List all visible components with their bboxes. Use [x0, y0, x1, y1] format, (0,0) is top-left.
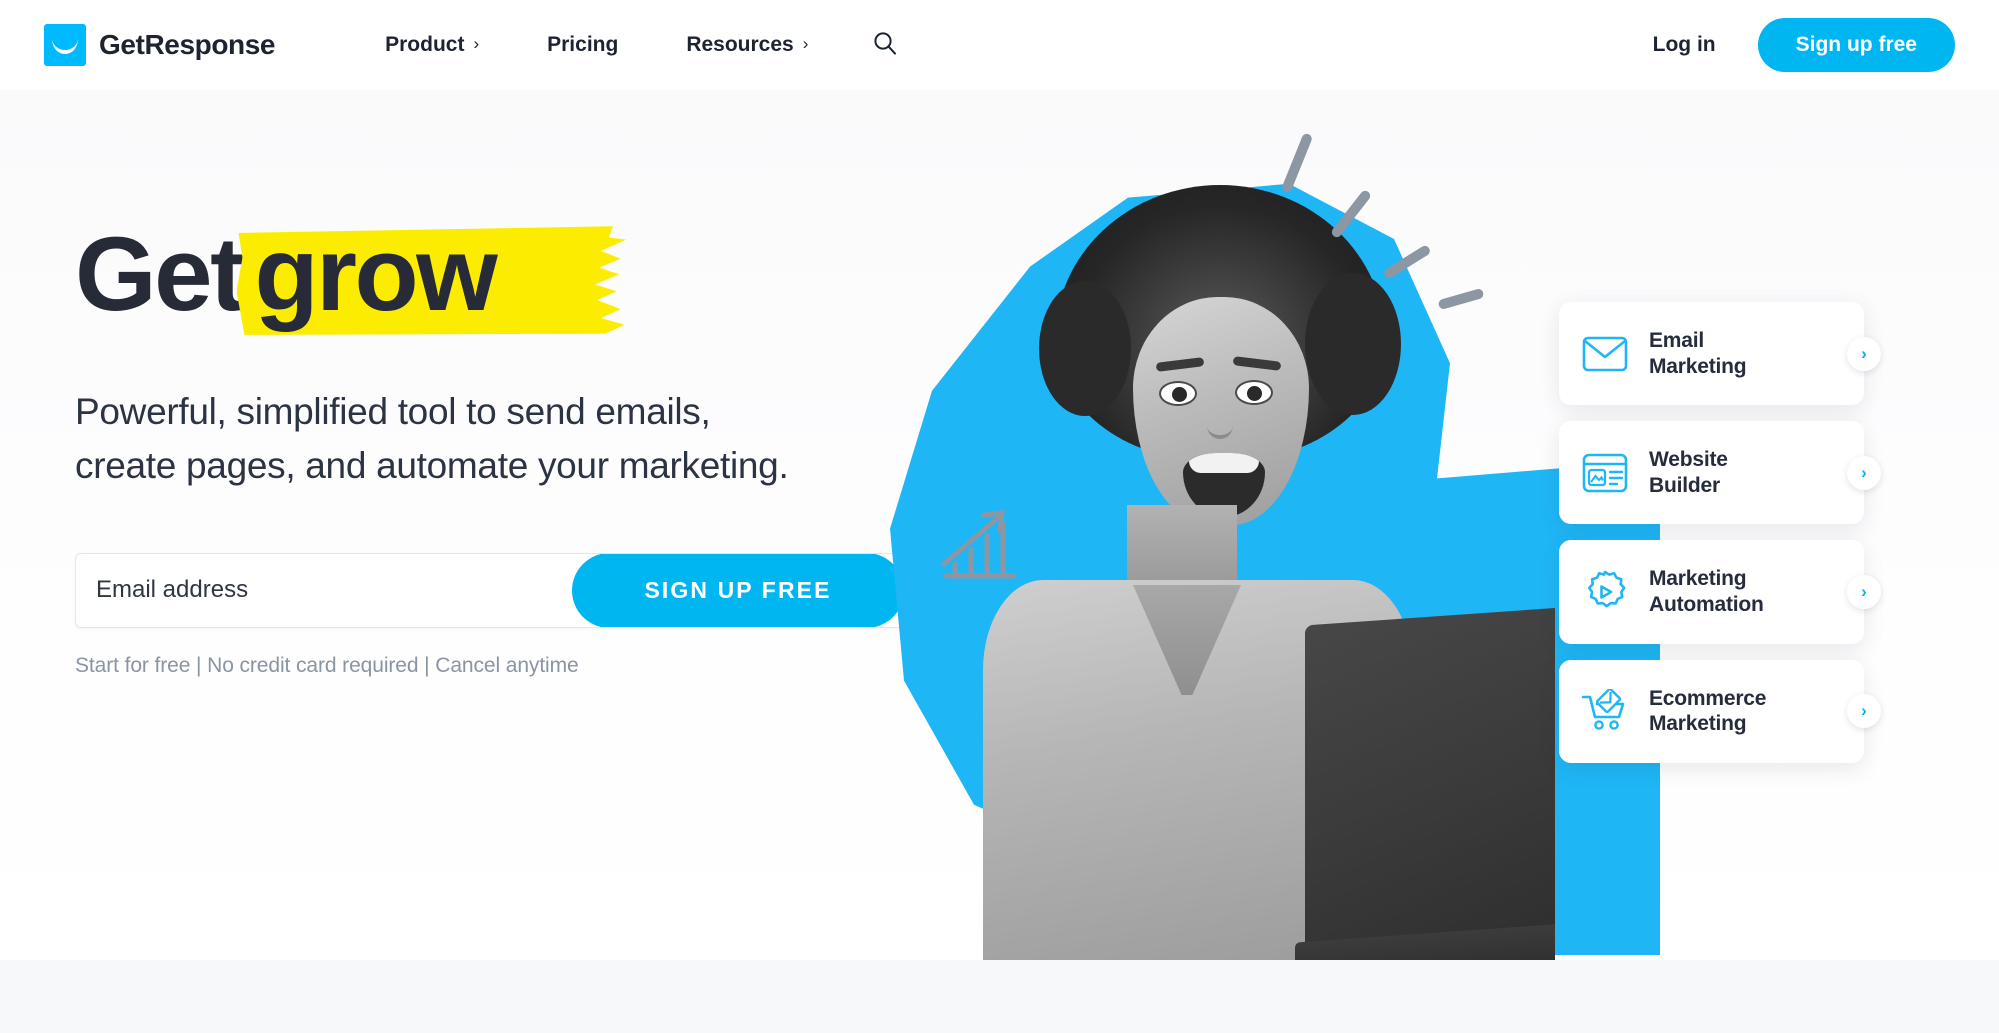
shopping-cart-icon	[1581, 687, 1629, 735]
chevron-right-icon[interactable]: ›	[1847, 575, 1881, 610]
laptop-device	[1295, 604, 1555, 960]
chevron-right-icon: ›	[802, 34, 809, 53]
feature-card-ecommerce-marketing[interactable]: Ecommerce Marketing ›	[1559, 659, 1881, 763]
search-icon	[872, 30, 898, 61]
nav-item-pricing[interactable]: Pricing	[513, 33, 652, 57]
chevron-right-icon[interactable]: ›	[1847, 336, 1881, 371]
nav-item-product-label: Product	[385, 33, 465, 56]
chevron-right-icon[interactable]: ›	[1847, 455, 1881, 490]
feature-label-line-2: Builder	[1649, 473, 1720, 497]
next-section-strip	[0, 960, 1999, 1033]
headline-word-get: Get	[75, 216, 245, 333]
top-navigation-bar: GetResponse Product › Pricing Resources …	[0, 0, 1999, 90]
feature-label-line-1: Website	[1649, 448, 1728, 472]
headline-word-grow: grow	[254, 216, 498, 333]
gear-play-icon	[1581, 568, 1629, 616]
envelope-icon	[1581, 330, 1629, 378]
subheadline-line-1: Powerful, simplified tool to send emails…	[75, 391, 711, 433]
email-signup-form: SIGN UP FREE	[75, 552, 905, 628]
subheadline-line-2: create pages, and automate your marketin…	[75, 444, 789, 486]
feature-label-line-2: Marketing	[1649, 712, 1747, 736]
dash-mark	[1382, 243, 1432, 281]
page-title: Get grow	[75, 219, 627, 335]
feature-card-email-marketing[interactable]: Email Marketing ›	[1559, 302, 1881, 406]
signup-free-button[interactable]: Sign up free	[1757, 18, 1955, 72]
signup-fineprint: Start for free | No credit card required…	[75, 653, 579, 677]
search-button[interactable]	[872, 30, 898, 61]
chevron-right-icon[interactable]: ›	[1847, 694, 1881, 729]
person-pupil-left	[1172, 387, 1187, 402]
feature-label-line-2: Marketing	[1649, 354, 1747, 378]
person-pupil-right	[1247, 386, 1262, 401]
hero-subheadline: Powerful, simplified tool to send emails…	[75, 385, 975, 492]
nav-actions: Log in Sign up free	[1653, 18, 1955, 72]
hero-signup-free-button[interactable]: SIGN UP FREE	[572, 553, 904, 627]
feature-card-label: Marketing Automation	[1649, 566, 1764, 617]
feature-card-label: Email Marketing	[1649, 328, 1747, 379]
dash-mark	[1280, 132, 1314, 194]
nav-item-pricing-label: Pricing	[547, 33, 619, 56]
growth-chart-doodle	[938, 506, 1028, 588]
email-input[interactable]	[76, 553, 572, 627]
person-nose	[1207, 413, 1233, 439]
feature-label-line-1: Marketing	[1649, 567, 1747, 591]
brand-name: GetResponse	[99, 29, 276, 60]
feature-label-line-1: Email	[1649, 329, 1705, 352]
login-link[interactable]: Log in	[1653, 33, 1716, 57]
feature-card-marketing-automation[interactable]: Marketing Automation ›	[1559, 540, 1881, 644]
nav-item-resources-label: Resources	[686, 33, 794, 56]
feature-card-label: Ecommerce Marketing	[1649, 686, 1766, 737]
feature-label-line-2: Automation	[1649, 593, 1764, 617]
hero-section: Get grow Powerful, simplified tool to sen…	[0, 90, 1999, 960]
feature-card-website-builder[interactable]: Website Builder ›	[1559, 421, 1881, 525]
person-teeth	[1189, 453, 1259, 473]
brand-logo[interactable]: GetResponse	[44, 24, 276, 66]
dash-mark	[1437, 287, 1485, 311]
laptop-screen	[1305, 604, 1555, 956]
nav-item-product[interactable]: Product ›	[351, 33, 513, 57]
speed-dash-marks	[1270, 120, 1500, 320]
primary-nav-links: Product › Pricing Resources ›	[351, 30, 898, 61]
browser-window-icon	[1581, 449, 1629, 497]
dash-mark	[1329, 188, 1373, 240]
headline-word-grow-wrapper: grow	[236, 219, 627, 335]
hero-copy-block: Get grow Powerful, simplified tool to sen…	[75, 219, 975, 678]
feature-card-label: Website Builder	[1649, 447, 1728, 498]
nav-item-resources[interactable]: Resources ›	[652, 33, 842, 57]
feature-label-line-1: Ecommerce	[1649, 686, 1767, 710]
feature-card-list: Email Marketing › Website Builder › Mark…	[1559, 302, 1881, 779]
chevron-right-icon: ›	[473, 34, 480, 53]
envelope-logo-icon	[44, 24, 86, 66]
